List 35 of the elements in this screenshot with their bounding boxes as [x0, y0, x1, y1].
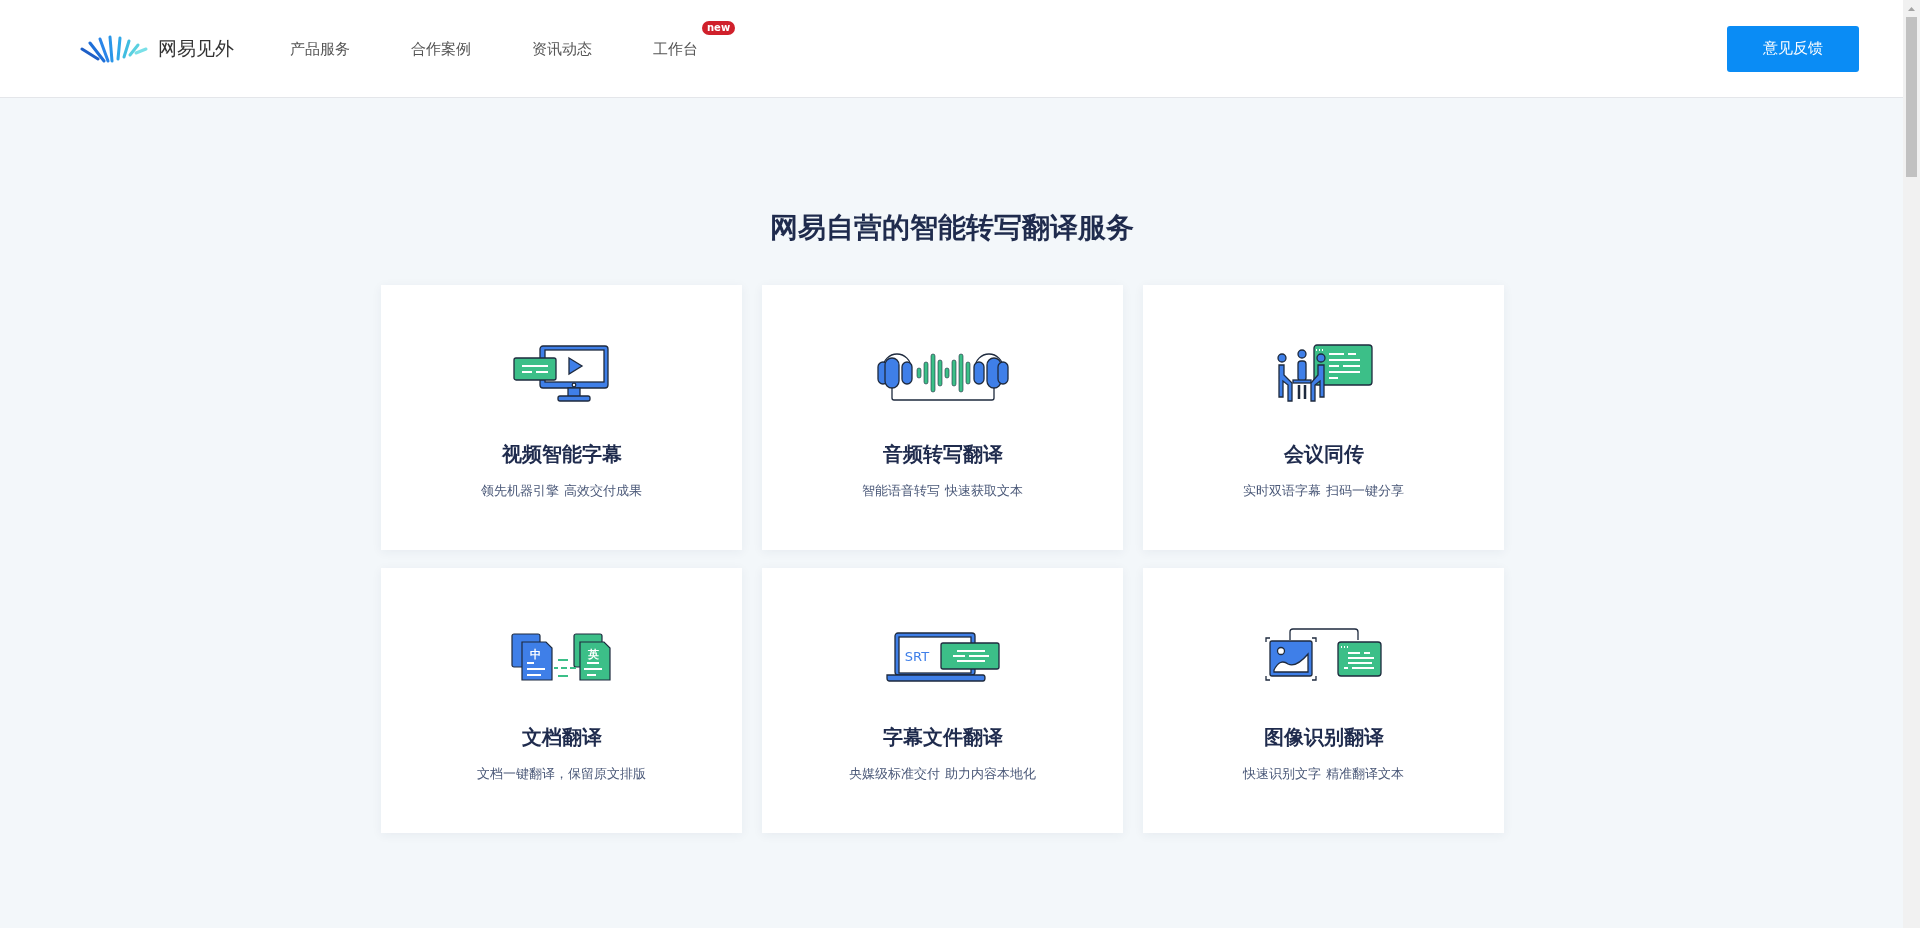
icon-label: 中 — [529, 648, 540, 661]
card-description: 领先机器引擎 高效交付成果 — [481, 482, 642, 500]
nav-link[interactable]: 资讯动态 — [532, 39, 592, 58]
service-card[interactable]: 会议同传 实时双语字幕 扫码一键分享 — [1143, 285, 1504, 550]
service-card[interactable]: 视频智能字幕 领先机器引擎 高效交付成果 — [381, 285, 742, 550]
scrollbar-thumb[interactable] — [1906, 17, 1917, 177]
service-card[interactable]: 中 英 文档翻译 文档一键翻译，保留原文排版 — [381, 568, 742, 833]
nav-link[interactable]: 合作案例 — [411, 39, 471, 58]
service-card[interactable]: 图像识别翻译 快速识别文字 精准翻译文本 — [1143, 568, 1504, 833]
card-title: 文档翻译 — [521, 724, 602, 751]
subtitle-box-icon — [939, 642, 1000, 670]
service-card[interactable]: SRT 字幕文件翻译 央媒级标准交付 助力内容本地化 — [762, 568, 1123, 833]
card-description: 文档一键翻译，保留原文排版 — [477, 765, 646, 783]
card-title: 字幕文件翻译 — [882, 724, 1003, 751]
card-description: 实时双语字幕 扫码一键分享 — [1243, 482, 1404, 500]
document-stack-icon — [572, 633, 611, 681]
card-title: 图像识别翻译 — [1263, 724, 1384, 751]
video-icon — [511, 344, 612, 404]
section-title: 网易自营的智能转写翻译服务 — [769, 210, 1134, 246]
card-description: 央媒级标准交付 助力内容本地化 — [849, 765, 1036, 783]
logo-icon — [80, 34, 150, 63]
card-title: 视频智能字幕 — [501, 441, 622, 468]
card-title: 音频转写翻译 — [882, 441, 1003, 468]
new-badge: new — [702, 20, 736, 35]
nav-link[interactable]: 工作台 — [653, 39, 698, 58]
icon-label: SRT — [904, 649, 929, 664]
icon-label: 英 — [587, 648, 598, 661]
dashed-lines-icon — [552, 659, 577, 677]
card-description: 智能语音转写 快速获取文本 — [862, 482, 1023, 500]
service-card[interactable]: 音频转写翻译 智能语音转写 快速获取文本 — [762, 285, 1123, 550]
card-description: 快速识别文字 精准翻译文本 — [1243, 765, 1404, 783]
nav-link[interactable]: 产品服务 — [290, 39, 350, 58]
brand-name: 网易见外 — [158, 35, 234, 61]
document-stack-icon — [510, 633, 553, 681]
card-title: 会议同传 — [1283, 441, 1364, 468]
